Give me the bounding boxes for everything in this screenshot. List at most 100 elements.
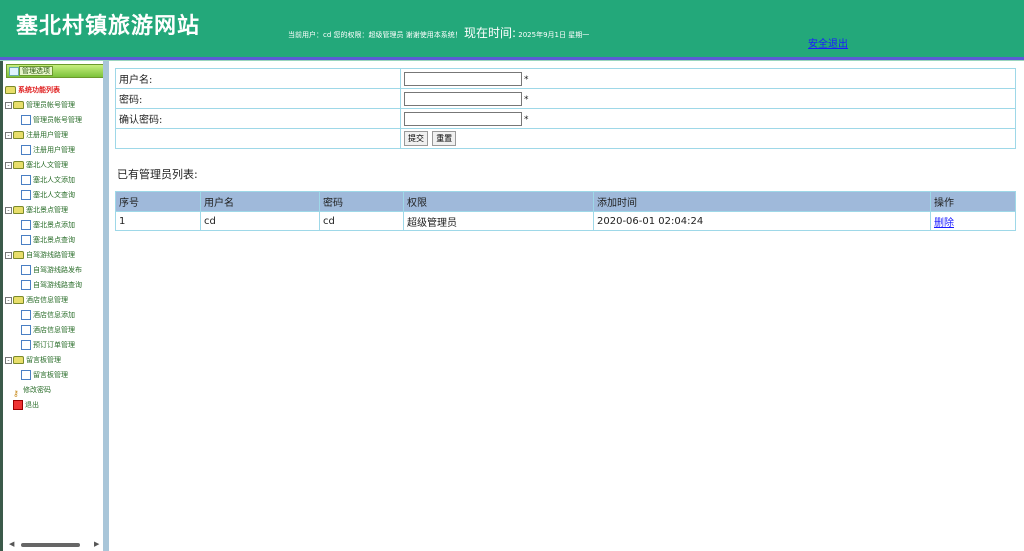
tree-item-label: 管理员帐号管理 <box>33 116 82 124</box>
cell-added-time: 2020-06-01 02:04:24 <box>593 211 931 231</box>
scroll-left-icon[interactable]: ◀ <box>9 540 14 548</box>
confirm-cell: * <box>400 108 1016 129</box>
tree-group-label: 塞北景点管理 <box>26 206 68 214</box>
column-header: 密码 <box>319 191 404 212</box>
edit-icon <box>21 190 31 200</box>
tree-item[interactable]: 留言板管理 <box>5 368 82 383</box>
tree-group[interactable]: - 管理员帐号管理 <box>5 98 82 113</box>
required-mark: * <box>524 114 529 125</box>
submit-button[interactable]: 提交 <box>404 131 428 146</box>
time-value: 2025年9月1日 星期一 <box>518 31 590 39</box>
collapse-icon[interactable]: - <box>5 356 12 364</box>
edit-icon <box>21 175 31 185</box>
tree-item[interactable]: 自驾游线路发布 <box>5 263 82 278</box>
reset-button[interactable]: 重置 <box>432 131 457 146</box>
delete-link[interactable]: 删除 <box>934 218 954 229</box>
password-input[interactable] <box>404 91 522 106</box>
tree-group-label: 管理员帐号管理 <box>26 101 75 109</box>
tree-group[interactable]: - 自驾游线路管理 <box>5 248 82 263</box>
change-password-item[interactable]: ⚷ 修改密码 <box>5 383 82 398</box>
tree-item[interactable]: 酒店信息添加 <box>5 308 82 323</box>
logout-link[interactable]: 安全退出 <box>808 35 848 50</box>
edit-icon <box>21 235 31 245</box>
tree-item[interactable]: 预订订单管理 <box>5 338 82 353</box>
user-info: 当前用户：cd 您的权限：超级管理员 谢谢使用本系统！ 现在时间: 2025年9… <box>288 24 589 41</box>
edit-icon <box>21 145 31 155</box>
required-mark: * <box>524 94 529 105</box>
scroll-right-icon[interactable]: ▶ <box>94 540 99 548</box>
empty-cell <box>115 128 401 149</box>
column-header: 用户名 <box>200 191 320 212</box>
edit-icon <box>21 370 31 380</box>
add-admin-form: 用户名: * 密码: * 确认密码: * 提交 重置 <box>115 68 1016 149</box>
tree-item[interactable]: 酒店信息管理 <box>5 323 82 338</box>
tree-item-label: 塞北景点添加 <box>33 221 75 229</box>
tree-item-label: 自驾游线路发布 <box>33 266 82 274</box>
tree-item[interactable]: 塞北景点查询 <box>5 233 82 248</box>
tree-item[interactable]: 塞北景点添加 <box>5 218 82 233</box>
exit-icon <box>13 400 23 410</box>
tree-item-label: 留言板管理 <box>33 371 68 379</box>
key-icon: ⚷ <box>13 389 19 398</box>
collapse-icon[interactable]: - <box>5 161 12 169</box>
folder-icon <box>13 251 24 259</box>
tree-item-label: 塞北人文查询 <box>33 191 75 199</box>
folder-icon <box>13 206 24 214</box>
table-header-row: 序号 用户名 密码 权限 添加时间 操作 <box>115 191 1016 212</box>
folder-icon <box>13 131 24 139</box>
edit-icon <box>21 220 31 230</box>
tree-item[interactable]: 塞北人文添加 <box>5 173 82 188</box>
column-header: 添加时间 <box>593 191 931 212</box>
collapse-icon[interactable]: - <box>5 206 12 214</box>
tree-group[interactable]: - 塞北人文管理 <box>5 158 82 173</box>
form-row-confirm: 确认密码: * <box>115 108 1016 129</box>
collapse-icon[interactable]: - <box>5 131 12 139</box>
tree-group[interactable]: - 留言板管理 <box>5 353 82 368</box>
column-header: 操作 <box>930 191 1016 212</box>
confirm-password-label: 确认密码: <box>115 108 401 129</box>
folder-icon <box>5 86 16 94</box>
tree-item[interactable]: 自驾游线路查询 <box>5 278 82 293</box>
horizontal-scrollbar[interactable]: ◀ ▶ <box>6 540 104 550</box>
username-label: 用户名: <box>115 68 401 89</box>
collapse-icon[interactable]: - <box>5 101 12 109</box>
password-cell: * <box>400 88 1016 109</box>
tree-item-label: 酒店信息管理 <box>33 326 75 334</box>
site-title: 塞北村镇旅游网站 <box>16 14 201 39</box>
tree-group[interactable]: - 塞北景点管理 <box>5 203 82 218</box>
folder-icon <box>13 161 24 169</box>
scroll-thumb[interactable] <box>21 543 80 547</box>
form-row-password: 密码: * <box>115 88 1016 109</box>
confirm-password-input[interactable] <box>404 111 522 126</box>
tree-item[interactable]: 塞北人文查询 <box>5 188 82 203</box>
manage-options-button[interactable]: 管理选项 <box>19 66 53 76</box>
sidebar: 管理选项 系统功能列表 - 管理员帐号管理 管理员帐号管理 - 注册用户管理 注册用… <box>0 61 104 551</box>
edit-icon <box>21 265 31 275</box>
buttons-cell: 提交 重置 <box>400 128 1016 149</box>
site-header: 塞北村镇旅游网站 当前用户：cd 您的权限：超级管理员 谢谢使用本系统！ 现在时… <box>0 0 1024 57</box>
exit-item[interactable]: 退出 <box>5 398 82 413</box>
tree-root-label: 系统功能列表 <box>18 86 60 94</box>
column-header: 权限 <box>403 191 594 212</box>
cell-index: 1 <box>115 211 201 231</box>
tree-item[interactable]: 管理员帐号管理 <box>5 113 82 128</box>
tree-group[interactable]: - 注册用户管理 <box>5 128 82 143</box>
collapse-icon[interactable]: - <box>5 251 12 259</box>
tree-item[interactable]: 注册用户管理 <box>5 143 82 158</box>
form-row-buttons: 提交 重置 <box>115 128 1016 149</box>
username-cell: * <box>400 68 1016 89</box>
required-mark: * <box>524 74 529 85</box>
edit-icon <box>21 280 31 290</box>
tree-group-label: 塞北人文管理 <box>26 161 68 169</box>
tree-group[interactable]: - 酒店信息管理 <box>5 293 82 308</box>
change-password-label: 修改密码 <box>23 386 51 394</box>
tree-item-label: 酒店信息添加 <box>33 311 75 319</box>
username-input[interactable] <box>404 71 522 86</box>
cell-role: 超级管理员 <box>403 211 594 231</box>
folder-icon <box>13 356 24 364</box>
user-info-text: 当前用户：cd 您的权限：超级管理员 谢谢使用本系统！ <box>288 31 462 39</box>
cell-action: 删除 <box>930 211 1016 231</box>
tree-group-label: 注册用户管理 <box>26 131 68 139</box>
tree-root[interactable]: 系统功能列表 <box>5 83 82 98</box>
collapse-icon[interactable]: - <box>5 296 12 304</box>
